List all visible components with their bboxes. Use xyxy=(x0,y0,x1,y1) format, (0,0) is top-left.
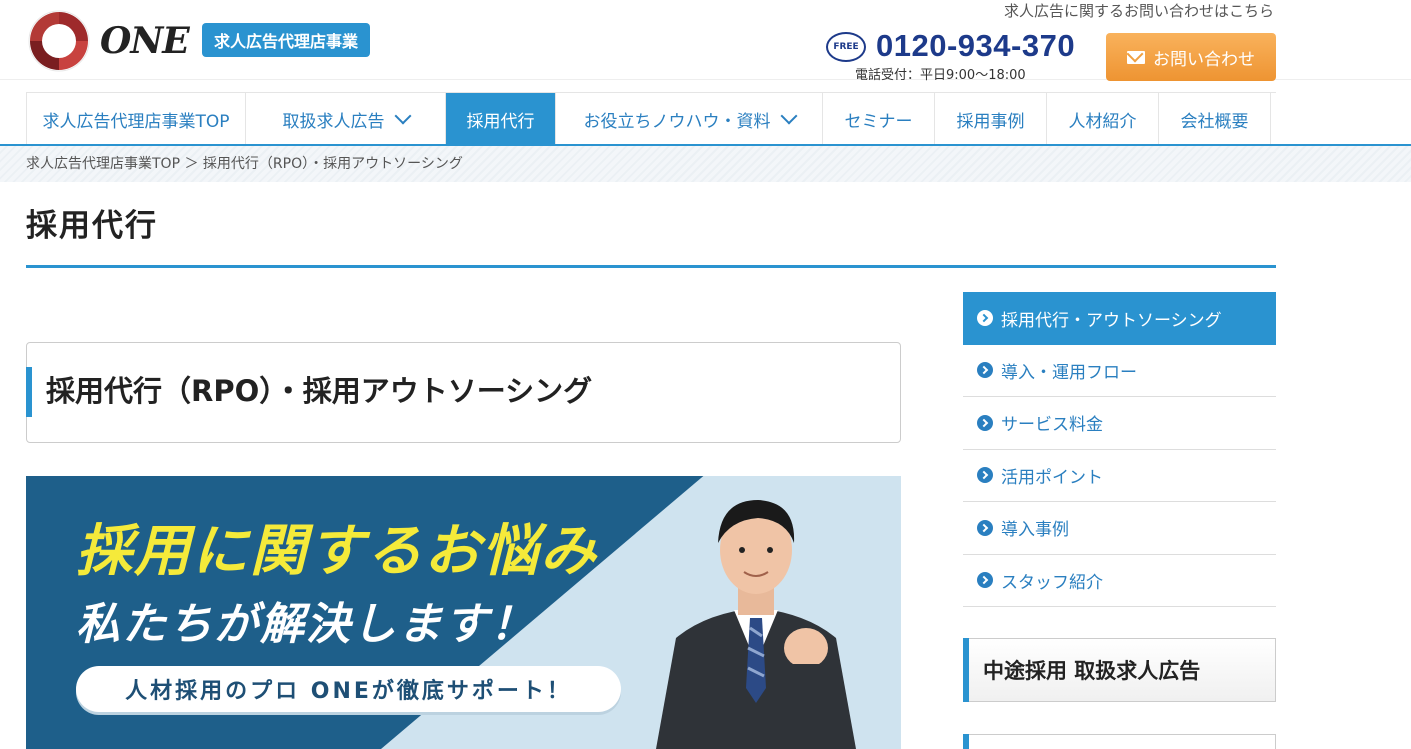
contact-heading: 求人広告に関するお問い合わせはこちら xyxy=(1003,2,1274,20)
businessman-illustration xyxy=(656,500,856,749)
sidebar-item-staff[interactable]: スタッフ紹介 xyxy=(963,555,1276,607)
section-title: 採用代行（RPO）・採用アウトソーシング xyxy=(46,374,593,408)
nav-item-rpo[interactable]: 採用代行 xyxy=(446,93,556,145)
page-title: 採用代行 xyxy=(26,208,158,244)
title-underline xyxy=(26,265,1276,268)
phone-hours: 電話受付：平日9:00〜18:00 xyxy=(855,68,1026,83)
contact-button-label: お問い合わせ xyxy=(1153,49,1255,70)
nav-label: 求人広告代理店事業TOP xyxy=(42,111,230,132)
nav-item-knowhow[interactable]: お役立ちノウハウ・資料 xyxy=(556,93,823,145)
logo-text: ONE xyxy=(100,20,190,62)
division-badge: 求人広告代理店事業 xyxy=(202,23,371,57)
sidebar-box-accent xyxy=(963,638,969,702)
sidebar-item-rpo[interactable]: 採用代行・アウトソーシング xyxy=(963,292,1276,345)
arrow-circle-icon xyxy=(977,519,993,536)
hero-banner: 採用に関するお悩み 私たちが解決します！ 人材採用のプロ ONEが徹底サポート！ xyxy=(26,476,901,749)
nav-item-job-ads[interactable]: 取扱求人広告 xyxy=(246,93,446,145)
chevron-down-icon xyxy=(394,107,411,125)
logo-swirl-icon xyxy=(28,10,90,72)
nav-label: 取扱求人広告 xyxy=(282,111,385,132)
nav-item-seminar[interactable]: セミナー xyxy=(823,93,935,145)
nav-label: お役立ちノウハウ・資料 xyxy=(583,111,771,132)
nav-label: 人材紹介 xyxy=(1068,111,1137,132)
sidebar-item-label: 導入事例 xyxy=(1001,520,1069,541)
chevron-down-icon xyxy=(780,107,797,125)
section-accent-bar xyxy=(26,367,32,417)
nav-label: 会社概要 xyxy=(1180,111,1249,132)
breadcrumb[interactable]: 求人広告代理店事業TOP ＞ 採用代行（RPO）・採用アウトソーシング xyxy=(26,153,463,173)
nav-item-top[interactable]: 求人広告代理店事業TOP xyxy=(26,93,246,145)
nav-item-company[interactable]: 会社概要 xyxy=(1159,93,1271,145)
sidebar-item-label: スタッフ紹介 xyxy=(1001,572,1103,593)
mail-icon xyxy=(1127,50,1145,64)
banner-subheadline: 私たちが解決します！ xyxy=(76,599,536,650)
site-logo[interactable]: ONE xyxy=(26,8,190,74)
nav-item-recruitment[interactable]: 人材紹介 xyxy=(1047,93,1159,145)
nav-label: 採用事例 xyxy=(956,111,1025,132)
banner-headline: 採用に関するお悩み xyxy=(76,519,598,584)
arrow-circle-icon xyxy=(977,414,993,431)
freecall-icon: FREE xyxy=(826,32,866,62)
sidebar-box-title: 中途採用 取扱求人広告 xyxy=(983,659,1201,683)
sidebar-box-next xyxy=(963,734,1276,749)
phone-number[interactable]: 0120-934-370 xyxy=(876,28,1075,64)
sidebar-item-points[interactable]: 活用ポイント xyxy=(963,450,1276,502)
arrow-circle-icon xyxy=(977,467,993,484)
sidebar-item-label: 活用ポイント xyxy=(1001,467,1103,488)
arrow-circle-icon xyxy=(977,572,993,589)
sidebar-box-next-accent xyxy=(963,734,969,749)
site-header: ONE 求人広告代理店事業 求人広告に関するお問い合わせはこちら FREE 01… xyxy=(0,0,1411,83)
sidebar-item-label: サービス料金 xyxy=(1001,415,1103,436)
arrow-circle-icon xyxy=(977,310,993,327)
nav-label: セミナー xyxy=(844,111,913,132)
contact-button[interactable]: お問い合わせ xyxy=(1106,33,1276,81)
global-nav: 求人広告代理店事業TOP 取扱求人広告 採用代行 お役立ちノウハウ・資料 セミナ… xyxy=(26,92,1276,145)
sidebar-item-label: 導入・運用フロー xyxy=(1001,362,1137,383)
banner-pill: 人材採用のプロ ONEが徹底サポート！ xyxy=(76,666,621,712)
sidebar-item-cases[interactable]: 導入事例 xyxy=(963,502,1276,555)
sidebar-item-pricing[interactable]: サービス料金 xyxy=(963,397,1276,450)
sidebar-item-flow[interactable]: 導入・運用フロー xyxy=(963,345,1276,397)
arrow-circle-icon xyxy=(977,362,993,379)
nav-item-cases[interactable]: 採用事例 xyxy=(935,93,1047,145)
sidebar-menu: 採用代行・アウトソーシング 導入・運用フロー サービス料金 活用ポイント 導入事… xyxy=(963,292,1276,607)
nav-label: 採用代行 xyxy=(466,111,535,132)
sidebar-item-label: 採用代行・アウトソーシング xyxy=(1001,310,1222,331)
